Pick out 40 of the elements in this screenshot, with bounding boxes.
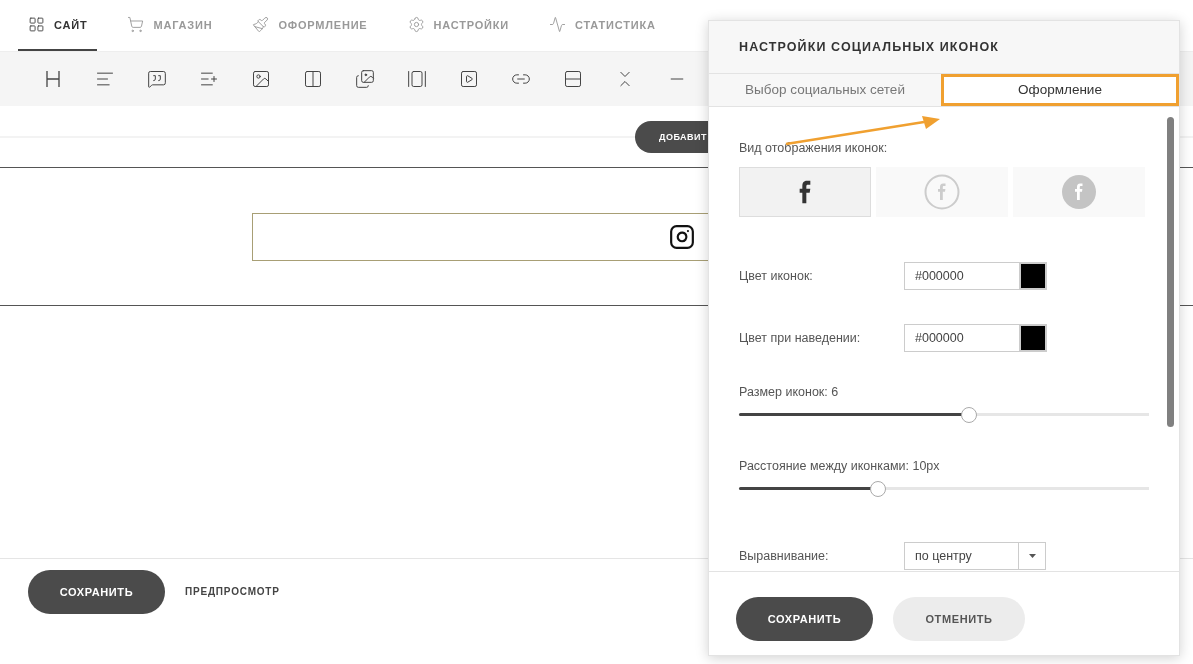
scrollbar[interactable] xyxy=(1167,116,1174,427)
grid-icon xyxy=(28,16,45,33)
dialog-tab[interactable]: Выбор социальных сетей xyxy=(709,74,941,106)
color-input[interactable]: #000000 xyxy=(904,323,1019,352)
preview-link[interactable]: ПРЕДПРОСМОТР xyxy=(185,570,280,614)
heading-icon[interactable] xyxy=(43,69,63,89)
field-label: Цвет иконок: xyxy=(739,268,814,283)
field-label: Размер иконок: 6 xyxy=(739,384,840,399)
caret-icon xyxy=(1028,553,1036,558)
add-button[interactable]: ДОБАВИТ xyxy=(635,120,708,153)
save-button[interactable]: СОХРАНИТЬ xyxy=(736,596,873,641)
paintbrush-icon xyxy=(252,16,270,33)
letter-f-logo-icon xyxy=(924,173,960,210)
field-label: Цвет при наведении: xyxy=(739,330,862,345)
letter-f-logo-icon xyxy=(799,179,811,204)
rows-icon[interactable] xyxy=(563,69,583,89)
save-button[interactable]: СОХРАНИТЬ xyxy=(28,570,165,614)
field-label: Вид отображения иконок: xyxy=(739,140,889,155)
color-swatch[interactable] xyxy=(1019,323,1047,352)
dialog-title: НАСТРОЙКИ СОЦИАЛЬНЫХ ИКОНОК xyxy=(739,40,1000,55)
image-icon[interactable] xyxy=(251,69,271,89)
cancel-button[interactable]: ОТМЕНИТЬ xyxy=(893,596,1025,641)
dialog-tab[interactable]: Оформление xyxy=(941,74,1179,106)
cart-icon xyxy=(127,16,145,33)
slider-thumb[interactable] xyxy=(960,406,977,423)
images-icon[interactable] xyxy=(355,69,375,89)
gear-icon xyxy=(407,16,425,33)
field-label: Расстояние между иконками: 10px xyxy=(739,458,941,473)
video-icon[interactable] xyxy=(459,69,479,89)
alignment-select[interactable]: по центру xyxy=(904,541,1046,570)
field-label: Выравнивание: xyxy=(739,548,830,563)
quote-icon[interactable] xyxy=(147,69,167,89)
slider-thumb[interactable] xyxy=(870,480,887,497)
color-swatch[interactable] xyxy=(1019,261,1047,290)
color-input[interactable]: #000000 xyxy=(904,261,1019,290)
letter-f-logo-icon xyxy=(1061,173,1097,210)
camera-icon xyxy=(669,224,695,250)
line-chart-icon xyxy=(549,16,566,33)
columns-icon[interactable] xyxy=(303,69,323,89)
gallery-icon[interactable] xyxy=(407,69,427,89)
